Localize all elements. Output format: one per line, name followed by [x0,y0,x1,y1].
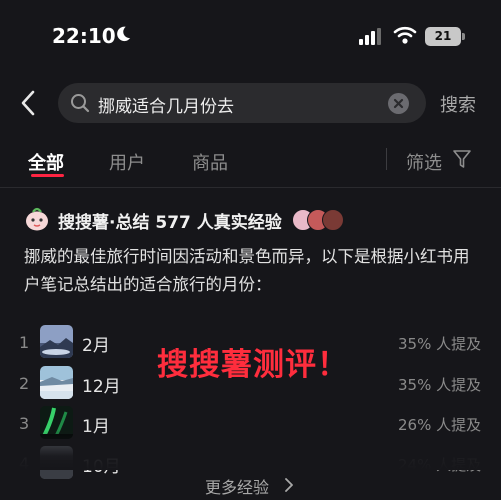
summary-card-header[interactable]: 搜搜薯·总结 577 人真实经验 [24,206,494,234]
summary-text: 挪威的最佳旅行时间因活动和景色而异，以下是根据小红书用户笔记总结出的适合旅行的月… [24,247,470,294]
wifi-icon [393,26,417,44]
filter-button[interactable]: 筛选 [406,149,442,175]
clear-icon[interactable] [388,93,409,114]
rank-number: 2 [19,374,30,393]
month-label: 2月 [82,336,110,356]
filter-icon[interactable] [452,149,472,169]
tab-all[interactable]: 全部 [28,149,64,175]
mention-percent: 35% 人提及 [398,376,482,394]
search-results-page: 22:10 21 挪威适合几月份去 搜索 全部 用户 商品 筛选 搜搜薯·总结 … [0,0,501,500]
tab-products[interactable]: 商品 [192,149,228,175]
tab-users[interactable]: 用户 [109,149,145,175]
avatar [322,209,344,231]
status-bar: 22:10 21 [0,0,501,70]
month-thumbnail [40,325,73,358]
rank-number: 1 [19,333,30,352]
search-button[interactable]: 搜索 [440,91,476,117]
moon-icon [117,26,131,42]
chevron-right-icon[interactable] [284,478,294,492]
more-experience-button[interactable]: 更多经验 [205,474,269,498]
battery-indicator: 21 [425,27,461,46]
mention-percent: 35% 人提及 [398,335,482,353]
back-icon[interactable] [18,89,40,117]
month-thumbnail [40,366,73,399]
card-title: 搜搜薯·总结 577 人真实经验 [58,213,282,233]
mascot-icon [26,207,48,231]
avatar-group [292,209,348,231]
overlay-caption: 搜搜薯测评！ [157,347,349,383]
search-icon [71,94,90,113]
search-query: 挪威适合几月份去 [98,97,234,117]
search-input[interactable]: 挪威适合几月份去 [58,83,426,123]
tab-divider [386,148,387,170]
month-label: 12月 [82,377,121,397]
list-fade-overlay [0,430,501,470]
signal-icon [359,28,381,45]
header-divider [0,187,501,188]
status-time: 22:10 [52,24,116,48]
battery-tip [462,33,465,40]
active-tab-indicator [31,174,64,177]
